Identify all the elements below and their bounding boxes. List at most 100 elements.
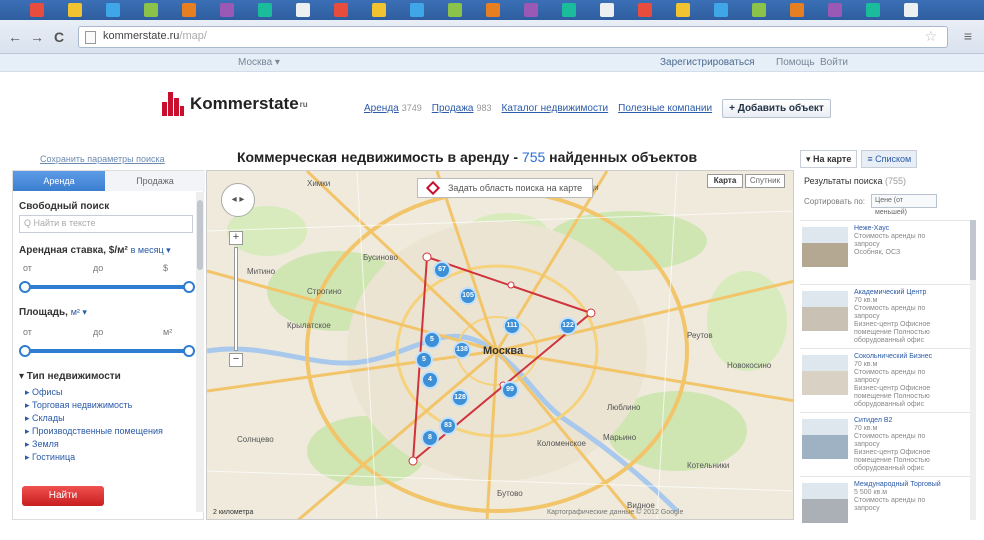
zoom-in-button[interactable]: +	[229, 231, 243, 245]
browser-tab-favicon[interactable]	[676, 3, 690, 17]
city-selector[interactable]: Москва ▾	[238, 57, 280, 68]
rate-max-handle[interactable]	[183, 281, 195, 293]
listing-item[interactable]: Ситидел В2 70 кв.м Стоимость аренды по запр…	[800, 412, 970, 476]
browser-tab-favicon[interactable]	[866, 3, 880, 17]
listing-photo[interactable]	[802, 291, 848, 331]
browser-tab-favicon[interactable]	[638, 3, 652, 17]
login-link[interactable]: Войти	[820, 57, 848, 68]
browser-tab-favicon[interactable]	[752, 3, 766, 17]
help-link[interactable]: Помощь	[776, 57, 815, 68]
save-search-link[interactable]: Сохранить параметры поиска	[40, 154, 165, 164]
browser-tab-favicon[interactable]	[68, 3, 82, 17]
add-object-button[interactable]: + Добавить объект	[722, 99, 831, 118]
map-cluster[interactable]: 111	[503, 317, 521, 335]
area-min-handle[interactable]	[19, 345, 31, 357]
browser-tab-favicon[interactable]	[486, 3, 500, 17]
address-bar[interactable]: kommerstate.ru/map/ ☆	[78, 26, 948, 48]
wrench-icon[interactable]: ≡	[958, 28, 978, 46]
bookmark-star-icon[interactable]: ☆	[924, 28, 937, 45]
tab-on-map[interactable]: ▾ На карте	[800, 150, 858, 168]
browser-tab-favicon[interactable]	[144, 3, 158, 17]
map-cluster[interactable]: 5	[423, 331, 441, 349]
type-hotel[interactable]: ▸ Гостиница	[25, 452, 163, 465]
draw-area-button[interactable]: Задать область поиска на карте	[417, 178, 593, 198]
map-cluster[interactable]: 4	[421, 371, 439, 389]
zoom-out-button[interactable]: −	[229, 353, 243, 367]
map[interactable]: Химки Мытищи Бусиново Новокосино Бутово …	[206, 170, 794, 520]
back-icon[interactable]: ←	[6, 28, 24, 46]
map-cluster[interactable]: 99	[501, 381, 519, 399]
area-unit-select[interactable]: м² ▾	[71, 307, 87, 317]
browser-tab-favicon[interactable]	[410, 3, 424, 17]
listing-item[interactable]: Неже-Хаус Стоимость аренды по запросу Особн…	[800, 220, 970, 284]
browser-tab-favicon[interactable]	[562, 3, 576, 17]
listing-title[interactable]: Неже-Хаус	[854, 225, 966, 233]
rate-min-handle[interactable]	[19, 281, 31, 293]
type-warehouses[interactable]: ▸ Склады	[25, 413, 163, 426]
free-search-input[interactable]: Q Найти в тексте	[19, 215, 193, 233]
map-type-satellite[interactable]: Спутник	[745, 174, 785, 188]
map-type-map[interactable]: Карта	[707, 174, 743, 188]
find-button[interactable]: Найти	[22, 486, 104, 506]
property-type-label[interactable]: ▾ Тип недвижимости	[19, 371, 121, 382]
browser-tab-favicon[interactable]	[220, 3, 234, 17]
browser-tab-favicon[interactable]	[30, 3, 44, 17]
browser-tab-favicon[interactable]	[790, 3, 804, 17]
map-cluster[interactable]: 67	[433, 261, 451, 279]
nav-sale[interactable]: Продажа	[432, 103, 474, 114]
map-cluster[interactable]: 8	[421, 429, 439, 447]
browser-tab-favicon[interactable]	[372, 3, 386, 17]
map-cluster[interactable]: 138	[453, 341, 471, 359]
register-link[interactable]: Зарегистрироваться	[660, 57, 755, 68]
map-cluster[interactable]: 128	[451, 389, 469, 407]
rate-unit-select[interactable]: в месяц ▾	[131, 245, 171, 255]
forward-icon[interactable]: →	[28, 28, 46, 46]
map-cluster[interactable]: 83	[439, 417, 457, 435]
sort-select[interactable]: Цене (от меньшей)	[871, 194, 938, 216]
browser-tab-favicon[interactable]	[904, 3, 918, 17]
listing-photo[interactable]	[802, 419, 848, 459]
filter-scrollbar[interactable]	[196, 192, 204, 512]
listing-item[interactable]: Сокольнический Бизнес 70 кв.м Стоимость ар…	[800, 348, 970, 412]
nav-companies[interactable]: Полезные компании	[618, 103, 712, 114]
zoom-slider[interactable]	[234, 247, 238, 351]
browser-tab-favicon[interactable]	[600, 3, 614, 17]
browser-tab-favicon[interactable]	[258, 3, 272, 17]
tab-list[interactable]: ≡ Списком	[861, 150, 918, 168]
type-land[interactable]: ▸ Земля	[25, 439, 163, 452]
nav-catalog[interactable]: Каталог недвижимости	[502, 103, 609, 114]
browser-tab-favicon[interactable]	[828, 3, 842, 17]
listing-title[interactable]: Международный Торговый	[854, 481, 966, 489]
listing-item[interactable]: Академический Центр 70 кв.м Стоимость арен…	[800, 284, 970, 348]
tab-sale[interactable]: Продажа	[105, 171, 205, 191]
browser-tab-favicon[interactable]	[296, 3, 310, 17]
listing-title[interactable]: Ситидел В2	[854, 417, 966, 425]
type-offices[interactable]: ▸ Офисы	[25, 387, 163, 400]
map-cluster[interactable]: 5	[415, 351, 433, 369]
listing-item[interactable]: Международный Торговый 5 500 кв.м Стоимост…	[800, 476, 970, 540]
reload-icon[interactable]: C	[50, 28, 68, 46]
browser-tab-favicon[interactable]	[524, 3, 538, 17]
browser-tab-favicon[interactable]	[448, 3, 462, 17]
map-cluster[interactable]: 122	[559, 317, 577, 335]
title-count[interactable]: 755	[522, 149, 545, 165]
browser-tab-favicon[interactable]	[334, 3, 348, 17]
nav-rent[interactable]: Аренда	[364, 103, 399, 114]
map-cluster[interactable]: 105	[459, 287, 477, 305]
listing-photo[interactable]	[802, 355, 848, 395]
pan-control[interactable]: ◂ ▸	[221, 183, 255, 217]
listing-title[interactable]: Сокольнический Бизнес	[854, 353, 966, 361]
listing-title[interactable]: Академический Центр	[854, 289, 966, 297]
tab-rent[interactable]: Аренда	[13, 171, 105, 191]
area-max-handle[interactable]	[183, 345, 195, 357]
listing-photo[interactable]	[802, 227, 848, 267]
type-retail[interactable]: ▸ Торговая недвижимость	[25, 400, 163, 413]
browser-tab-favicon[interactable]	[714, 3, 728, 17]
results-scrollbar[interactable]	[970, 220, 976, 520]
listing-photo[interactable]	[802, 483, 848, 523]
site-logo[interactable]: Kommerstate ru	[162, 92, 308, 116]
area-slider[interactable]	[19, 345, 195, 357]
type-industrial[interactable]: ▸ Производственные помещения	[25, 426, 163, 439]
rate-slider[interactable]	[19, 281, 195, 293]
browser-tab-favicon[interactable]	[182, 3, 196, 17]
